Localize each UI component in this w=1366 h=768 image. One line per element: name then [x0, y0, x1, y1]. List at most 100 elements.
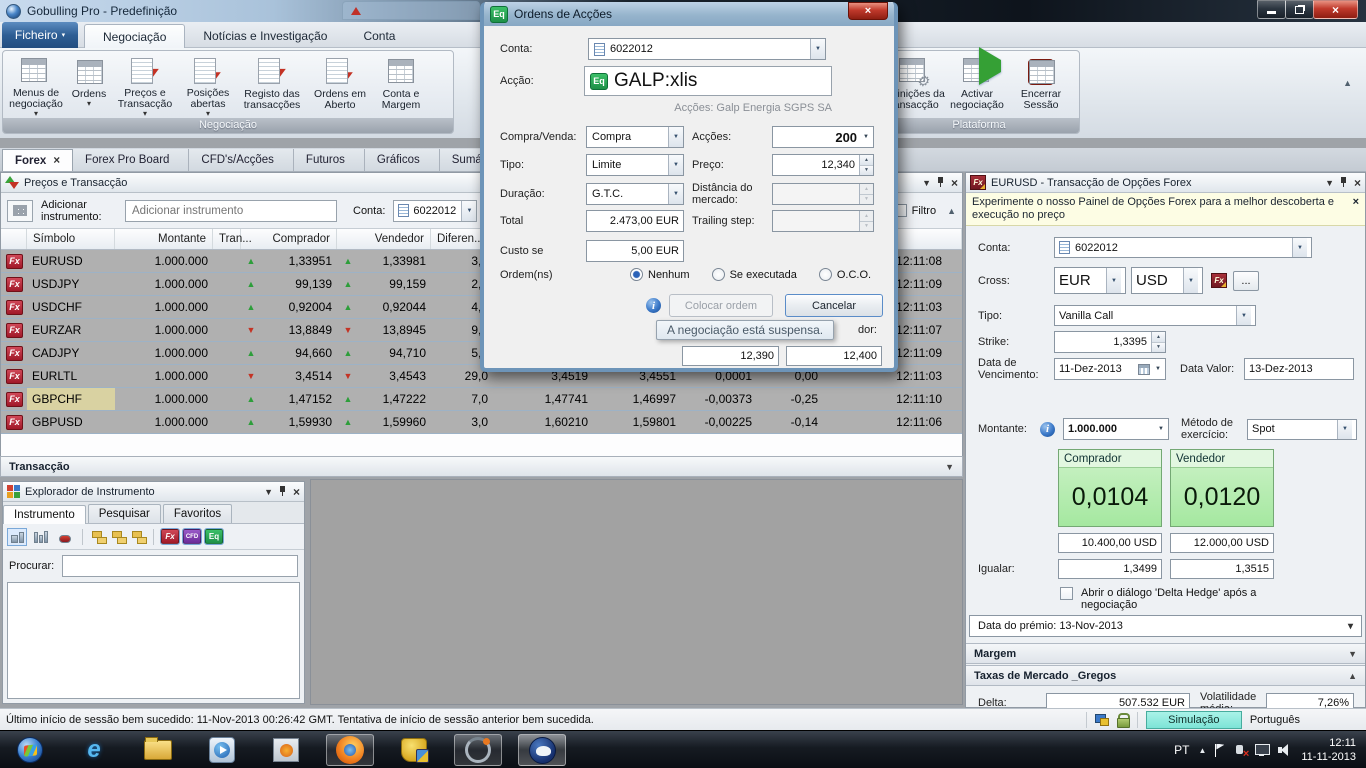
symbol-cell[interactable]: EURZAR	[27, 319, 115, 341]
ask-cell[interactable]: 3,4543	[359, 369, 431, 383]
amount-cell[interactable]: 1.000.000	[115, 346, 213, 360]
secure-lock-icon[interactable]	[1116, 713, 1130, 728]
column-symbol[interactable]: Símbolo	[27, 229, 115, 249]
network-icon[interactable]	[1255, 744, 1271, 756]
view-large-icon[interactable]	[7, 527, 27, 546]
bid-cell[interactable]: 1,47152	[261, 392, 337, 406]
ribbon-button[interactable]: ⚙× Registo das transacções	[237, 53, 307, 118]
bid-cell[interactable]: 94,660	[261, 346, 337, 360]
amount-cell[interactable]: 1.000.000	[115, 254, 213, 268]
tree-item[interactable]	[8, 658, 299, 682]
restore-button[interactable]	[1285, 0, 1314, 19]
simulation-mode-badge[interactable]: Simulação	[1145, 710, 1242, 729]
transaccao-collapsed-bar[interactable]: Transacção ▼	[0, 456, 963, 477]
document-tab[interactable]: CFD's/Acções	[189, 149, 294, 171]
bid-cell[interactable]: 1,59930	[261, 415, 337, 429]
taskbar-photo-viewer-icon[interactable]	[262, 734, 310, 766]
tree-expand-icon[interactable]	[90, 530, 107, 544]
expiry-date-combo[interactable]: 11-Dez-2013 ▼	[1054, 358, 1166, 380]
account-combo[interactable]: 6022012 ▼	[588, 38, 826, 60]
shares-combo[interactable]: 200 ▼	[772, 126, 874, 148]
ribbon-tab[interactable]: Notícias e Investigação	[185, 24, 345, 48]
symbol-cell[interactable]: USDCHF	[27, 296, 115, 318]
info-icon[interactable]: i	[646, 298, 661, 313]
panel-menu-icon[interactable]: ▼	[1325, 178, 1334, 188]
tree-collapse-icon[interactable]	[110, 530, 127, 544]
ribbon-button[interactable]: ⚙× Ordens em Aberto	[307, 53, 373, 118]
market-rates-section-bar[interactable]: Taxas de Mercado _Gregos ▲	[966, 665, 1365, 686]
spinner-buttons[interactable]: ▲ ▼	[859, 155, 873, 175]
tree-item[interactable]	[8, 610, 299, 634]
taskbar-app-icon[interactable]	[454, 734, 502, 766]
column-ask[interactable]: Vendedor	[337, 229, 431, 249]
toolbar-collapse-icon[interactable]: ▲	[947, 206, 956, 216]
symbol-cell[interactable]: CADJPY	[27, 342, 115, 364]
ask-cell[interactable]: 0,92044	[359, 300, 431, 314]
language-label[interactable]: Português	[1250, 714, 1300, 726]
bid-cell[interactable]: 13,8849	[261, 323, 337, 337]
bid-cell[interactable]: 3,4514	[261, 369, 337, 383]
close-button[interactable]: ×	[1313, 0, 1358, 19]
clock[interactable]: 12:11 11-11-2013	[1301, 736, 1356, 764]
taskbar-ie-icon[interactable]: e	[70, 734, 118, 766]
price-row[interactable]: Fx GBPUSD 1.000.000 1,59930 1,59960 3,0 …	[1, 411, 962, 434]
power-icon[interactable]	[1234, 744, 1249, 760]
amount-cell[interactable]: 1.000.000	[115, 369, 213, 383]
price-spinner[interactable]: 12,340 ▲ ▼	[772, 154, 874, 176]
cross-base-combo[interactable]: EUR ▼	[1054, 267, 1126, 294]
cross-quote-combo[interactable]: USD ▼	[1131, 267, 1203, 294]
place-order-button[interactable]: Colocar ordem	[669, 294, 773, 317]
tree-item[interactable]	[8, 634, 299, 658]
taskbar-gobulling-icon[interactable]	[518, 734, 566, 766]
explorer-search-input[interactable]	[62, 555, 298, 577]
bid-cell[interactable]: 0,92004	[261, 300, 337, 314]
document-tab[interactable]: Forex Pro Board	[73, 149, 190, 171]
more-crosses-button[interactable]: ...	[1233, 270, 1259, 291]
duration-combo[interactable]: G.T.C. ▼	[586, 183, 684, 205]
explorer-tab[interactable]: Favoritos	[162, 504, 233, 523]
ask-cell[interactable]: 1,47222	[359, 392, 431, 406]
tree-levels-icon[interactable]	[130, 530, 147, 544]
tray-expand-icon[interactable]: ▲	[1198, 746, 1206, 755]
type-combo[interactable]: Vanilla Call ▼	[1054, 305, 1256, 326]
spinner-buttons[interactable]: ▲ ▼	[1151, 332, 1165, 352]
buy-quote-box[interactable]: Comprador 0,0104	[1058, 449, 1162, 527]
tree-item[interactable]	[8, 586, 299, 610]
ask-cell[interactable]: 1,59960	[359, 415, 431, 429]
amount-cell[interactable]: 1.000.000	[115, 392, 213, 406]
delta-hedge-checkbox[interactable]	[1060, 587, 1073, 600]
start-button[interactable]	[6, 734, 54, 766]
document-tab[interactable]: Futuros	[293, 149, 365, 171]
amount-cell[interactable]: 1.000.000	[115, 277, 213, 291]
symbol-cell[interactable]: GBPCHF	[27, 388, 115, 410]
explorer-tab[interactable]: Instrumento	[3, 505, 86, 524]
margin-section-bar[interactable]: Margem ▼	[966, 643, 1365, 664]
symbol-cell[interactable]: GBPUSD	[27, 411, 115, 433]
symbol-cell[interactable]: EURUSD	[27, 250, 115, 272]
stock-input[interactable]: Eq GALP:xlis	[584, 66, 832, 96]
side-combo[interactable]: Compra ▼	[586, 126, 684, 148]
file-menu-button[interactable]: Ficheiro ▾	[2, 22, 78, 48]
ribbon-button[interactable]: ⚙× Preços e Transacção ▾	[111, 53, 179, 118]
tab-close-icon[interactable]: ×	[53, 155, 60, 167]
ribbon-button[interactable]: Conta e Margem	[373, 53, 429, 118]
taskbar-security-icon[interactable]	[390, 734, 438, 766]
amount-combo[interactable]: 1.000.000 ▼	[1063, 418, 1169, 440]
price-row[interactable]: Fx GBPCHF 1.000.000 1,47152 1,47222 7,0 …	[1, 388, 962, 411]
add-instrument-input[interactable]	[125, 199, 337, 222]
radio-option[interactable]: Nenhum	[630, 268, 690, 281]
ribbon-tab[interactable]: Conta	[345, 24, 413, 48]
view-columns-icon[interactable]	[31, 528, 51, 546]
filter-eq-icon[interactable]: Eq	[204, 528, 224, 545]
taskbar-firefox-icon[interactable]	[326, 734, 374, 766]
cancel-button[interactable]: Cancelar	[785, 294, 883, 317]
pin-icon[interactable]	[937, 177, 945, 188]
bid-cell[interactable]: 1,33951	[261, 254, 337, 268]
dialog-close-button[interactable]: ×	[848, 2, 888, 20]
sell-quote-box[interactable]: Vendedor 0,0120	[1170, 449, 1274, 527]
ribbon-collapse-icon[interactable]: ▲	[1343, 78, 1352, 88]
account-combo[interactable]: 6022012 ▼	[1054, 237, 1312, 258]
panel-close-icon[interactable]: ×	[293, 485, 300, 499]
ribbon-button[interactable]: ⚙× Posições abertas ▾	[179, 53, 237, 118]
action-center-flag-icon[interactable]	[1215, 743, 1225, 757]
